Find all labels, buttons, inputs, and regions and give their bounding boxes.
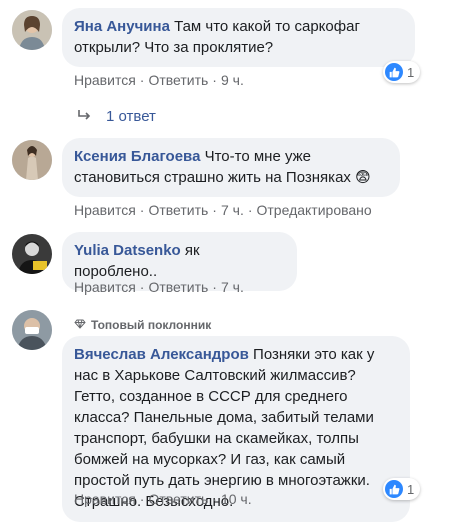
comment: Вячеслав Александров Позняки это как у н… — [0, 310, 461, 522]
comment-bubble: Яна Анучина Там что какой то саркофаг от… — [62, 8, 415, 67]
comments-list: Яна Анучина Там что какой то саркофаг от… — [0, 0, 461, 522]
comment-author[interactable]: Ксения Благоева — [74, 148, 200, 165]
comment-timestamp[interactable]: 10 ч. — [221, 491, 252, 507]
comment-timestamp[interactable]: 7 ч. — [221, 279, 244, 295]
reply-button[interactable]: Ответить — [148, 72, 208, 88]
avatar[interactable] — [12, 310, 52, 350]
reaction-summary[interactable]: 1 — [383, 61, 421, 83]
view-replies-link[interactable]: 1 ответ — [78, 108, 156, 125]
like-icon — [385, 480, 403, 498]
avatar[interactable] — [12, 234, 52, 274]
comment-author[interactable]: Яна Анучина — [74, 18, 170, 35]
comment-actions: Нравится · Ответить · 9 ч. — [74, 72, 244, 88]
reply-button[interactable]: Ответить — [148, 202, 208, 218]
comment: Yulia Datsenko як пороблено.. Нравится · О… — [0, 232, 461, 302]
reply-button[interactable]: Ответить — [148, 491, 208, 507]
reaction-summary[interactable]: 1 — [383, 478, 421, 500]
avatar[interactable] — [12, 140, 52, 180]
like-button[interactable]: Нравится — [74, 202, 136, 218]
like-button[interactable]: Нравится — [74, 72, 136, 88]
reply-button[interactable]: Ответить — [148, 279, 208, 295]
comment-bubble: Ксения Благоева Что-то мне уже становить… — [62, 138, 400, 197]
avatar[interactable] — [12, 10, 52, 50]
reply-arrow-icon — [78, 108, 92, 125]
comment-text: Позняки это как у нас в Харькове Салтовс… — [74, 346, 375, 510]
like-button[interactable]: Нравится — [74, 491, 136, 507]
comment: Ксения Благоева Что-то мне уже становить… — [0, 138, 461, 226]
reaction-count: 1 — [407, 64, 415, 80]
comment-actions: Нравится · Ответить · 7 ч. · Отредактировано — [74, 202, 372, 218]
like-icon — [385, 63, 403, 81]
replies-count[interactable]: 1 ответ — [106, 108, 156, 125]
comment-actions: Нравится · Ответить · 10 ч. — [74, 491, 252, 507]
comment-timestamp[interactable]: 9 ч. — [221, 72, 244, 88]
comment: Яна Анучина Там что какой то саркофаг от… — [0, 0, 461, 140]
edited-label[interactable]: Отредактировано — [257, 202, 372, 218]
like-button[interactable]: Нравится — [74, 279, 136, 295]
comment-actions: Нравится · Ответить · 7 ч. — [74, 279, 244, 295]
reaction-count: 1 — [407, 481, 415, 497]
comment-author[interactable]: Вячеслав Александров — [74, 346, 249, 363]
comment-author[interactable]: Yulia Datsenko — [74, 242, 181, 259]
comment-timestamp[interactable]: 7 ч. — [221, 202, 244, 218]
